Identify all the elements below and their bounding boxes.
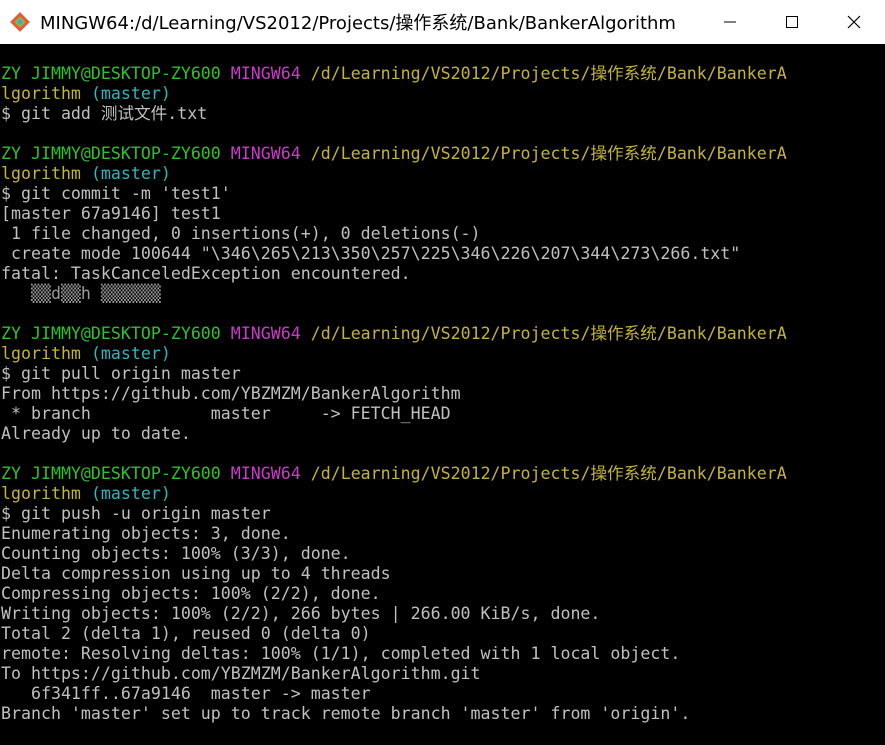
prompt-line-wrap: lgorithm (master) xyxy=(0,164,885,184)
output-text: Delta compression using up to 4 threads xyxy=(1,564,391,583)
command-text: $ git push -u origin master xyxy=(1,504,271,523)
prompt-msystem: MINGW64 xyxy=(230,464,301,483)
output-text: Enumerating objects: 3, done. xyxy=(1,524,291,543)
prompt-branch: (master) xyxy=(90,164,171,183)
output-line: [master 67a9146] test1 xyxy=(0,204,885,224)
output-line: create mode 100644 "\346\265\213\350\257… xyxy=(0,244,885,264)
command-line: $ git pull origin master xyxy=(0,364,885,384)
output-line: Writing objects: 100% (2/2), 266 bytes |… xyxy=(0,604,885,624)
close-icon xyxy=(847,15,861,29)
prompt-path: /d/Learning/VS2012/Projects/操作系统/Bank/Ba… xyxy=(310,324,787,343)
output-text: Writing objects: 100% (2/2), 266 bytes |… xyxy=(1,604,601,623)
output-text: Branch 'master' set up to track remote b… xyxy=(1,704,691,723)
prompt-msystem: MINGW64 xyxy=(230,324,301,343)
output-text: * branch master -> FETCH_HEAD xyxy=(1,404,451,423)
output-text: create mode 100644 "\346\265\213\350\257… xyxy=(1,244,741,263)
prompt-branch: (master) xyxy=(90,84,171,103)
prompt-path-wrap: lgorithm xyxy=(1,164,81,183)
output-line: Counting objects: 100% (3/3), done. xyxy=(0,544,885,564)
window-title: MINGW64:/d/Learning/VS2012/Projects/操作系统… xyxy=(40,13,676,34)
prompt-line: ZY JIMMY@DESKTOP-ZY600 MINGW64 /d/Learni… xyxy=(0,324,885,344)
output-line: From https://github.com/YBZMZM/BankerAlg… xyxy=(0,384,885,404)
command-text: $ git add 测试文件.txt xyxy=(1,104,208,123)
output-line: remote: Resolving deltas: 100% (1/1), co… xyxy=(0,644,885,664)
output-text: ▒▒d▒▒h ▒▒▒▒▒▒ xyxy=(1,284,161,303)
prompt-msystem: MINGW64 xyxy=(230,64,301,83)
minimize-icon xyxy=(724,21,736,23)
prompt-path: /d/Learning/VS2012/Projects/操作系统/Bank/Ba… xyxy=(310,464,787,483)
output-text: fatal: TaskCanceledException encountered… xyxy=(1,264,411,283)
terminal-output[interactable]: ZY JIMMY@DESKTOP-ZY600 MINGW64 /d/Learni… xyxy=(0,64,885,745)
output-text: Total 2 (delta 1), reused 0 (delta 0) xyxy=(1,624,371,643)
prompt-path-wrap: lgorithm xyxy=(1,484,81,503)
prompt-branch: (master) xyxy=(90,344,171,363)
minimize-button[interactable] xyxy=(699,0,761,44)
output-text: remote: Resolving deltas: 100% (1/1), co… xyxy=(1,644,681,663)
prompt-line-wrap: lgorithm (master) xyxy=(0,84,885,104)
output-text: Counting objects: 100% (3/3), done. xyxy=(1,544,351,563)
output-text: 1 file changed, 0 insertions(+), 0 delet… xyxy=(1,224,481,243)
output-line: Total 2 (delta 1), reused 0 (delta 0) xyxy=(0,624,885,644)
output-line: Already up to date. xyxy=(0,424,885,444)
command-text: $ git pull origin master xyxy=(1,364,241,383)
output-line: fatal: TaskCanceledException encountered… xyxy=(0,264,885,284)
output-line: Delta compression using up to 4 threads xyxy=(0,564,885,584)
output-line: To https://github.com/YBZMZM/BankerAlgor… xyxy=(0,664,885,684)
output-line: Compressing objects: 100% (2/2), done. xyxy=(0,584,885,604)
maximize-icon xyxy=(786,16,798,28)
prompt-path: /d/Learning/VS2012/Projects/操作系统/Bank/Ba… xyxy=(310,144,787,163)
command-line: $ git push -u origin master xyxy=(0,504,885,524)
prompt-user: ZY JIMMY@DESKTOP-ZY600 xyxy=(1,64,221,83)
prompt-path: /d/Learning/VS2012/Projects/操作系统/Bank/Ba… xyxy=(310,64,787,83)
output-text: From https://github.com/YBZMZM/BankerAlg… xyxy=(1,384,461,403)
prompt-path-wrap: lgorithm xyxy=(1,344,81,363)
maximize-button[interactable] xyxy=(761,0,823,44)
output-line: 6f341ff..67a9146 master -> master xyxy=(0,684,885,704)
output-text: [master 67a9146] test1 xyxy=(1,204,221,223)
git-bash-icon xyxy=(0,0,40,44)
command-line: $ git add 测试文件.txt xyxy=(0,104,885,124)
output-line: 1 file changed, 0 insertions(+), 0 delet… xyxy=(0,224,885,244)
output-text: Compressing objects: 100% (2/2), done. xyxy=(1,584,381,603)
output-line: * branch master -> FETCH_HEAD xyxy=(0,404,885,424)
prompt-path-wrap: lgorithm xyxy=(1,84,81,103)
command-text: $ git commit -m 'test1' xyxy=(1,184,231,203)
output-text: Already up to date. xyxy=(1,424,191,443)
output-line: ▒▒d▒▒h ▒▒▒▒▒▒ xyxy=(0,284,885,304)
prompt-line: ZY JIMMY@DESKTOP-ZY600 MINGW64 /d/Learni… xyxy=(0,144,885,164)
terminal-window: MINGW64:/d/Learning/VS2012/Projects/操作系统… xyxy=(0,0,885,745)
prompt-line-wrap: lgorithm (master) xyxy=(0,484,885,504)
output-text: 6f341ff..67a9146 master -> master xyxy=(1,684,371,703)
command-line: $ git commit -m 'test1' xyxy=(0,184,885,204)
output-line: Enumerating objects: 3, done. xyxy=(0,524,885,544)
prompt-line: ZY JIMMY@DESKTOP-ZY600 MINGW64 /d/Learni… xyxy=(0,464,885,484)
output-text: To https://github.com/YBZMZM/BankerAlgor… xyxy=(1,664,481,683)
prompt-user: ZY JIMMY@DESKTOP-ZY600 xyxy=(1,464,221,483)
close-button[interactable] xyxy=(823,0,885,44)
prompt-user: ZY JIMMY@DESKTOP-ZY600 xyxy=(1,144,221,163)
window-controls xyxy=(699,0,885,44)
prompt-user: ZY JIMMY@DESKTOP-ZY600 xyxy=(1,324,221,343)
output-line: Branch 'master' set up to track remote b… xyxy=(0,704,885,724)
prompt-branch: (master) xyxy=(90,484,171,503)
prompt-msystem: MINGW64 xyxy=(230,144,301,163)
prompt-line: ZY JIMMY@DESKTOP-ZY600 MINGW64 /d/Learni… xyxy=(0,64,885,84)
prompt-line-wrap: lgorithm (master) xyxy=(0,344,885,364)
title-bar[interactable]: MINGW64:/d/Learning/VS2012/Projects/操作系统… xyxy=(0,0,885,44)
